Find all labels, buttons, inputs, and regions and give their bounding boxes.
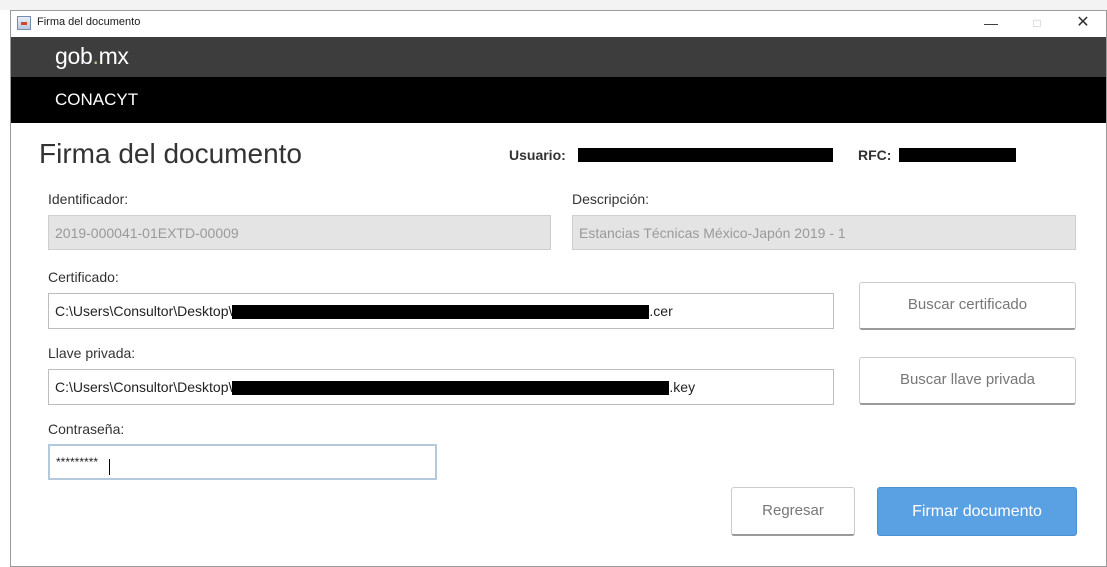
contrasena-input[interactable]: ********* <box>48 444 437 480</box>
certificado-redacted <box>232 305 650 320</box>
usuario-redacted <box>578 148 833 162</box>
minimize-button[interactable]: — <box>968 11 1014 37</box>
llave-path-prefix: C:\Users\Consultor\Desktop\ <box>55 379 233 395</box>
firmar-documento-button[interactable]: Firmar documento <box>877 487 1077 536</box>
contrasena-label: Contraseña: <box>48 421 125 437</box>
identificador-field: 2019-000041-01EXTD-00009 <box>48 215 551 250</box>
gobmx-logo: gob.mx <box>55 43 129 70</box>
brand-bar: gob.mx <box>11 37 1106 77</box>
certificado-path-prefix: C:\Users\Consultor\Desktop\ <box>55 303 233 319</box>
organization-bar: CONACYT <box>11 77 1106 123</box>
page-title: Firma del documento <box>39 138 303 169</box>
descripcion-field: Estancias Técnicas México-Japón 2019 - 1 <box>572 215 1076 250</box>
window-title: Firma del documento <box>37 16 141 28</box>
buscar-certificado-button[interactable]: Buscar certificado <box>859 282 1076 330</box>
descripcion-label: Descripción: <box>572 191 650 207</box>
maximize-button[interactable]: □ <box>1014 11 1060 37</box>
java-app-icon <box>17 16 31 30</box>
organization-name: CONACYT <box>55 90 139 109</box>
certificado-label: Certificado: <box>48 269 119 285</box>
title-bar[interactable]: Firma del documento — □ ✕ <box>11 11 1106 37</box>
certificado-path-suffix: .cer <box>649 303 673 319</box>
contrasena-value: ********* <box>56 455 99 469</box>
identificador-label: Identificador: <box>48 191 129 207</box>
text-cursor <box>109 459 110 475</box>
certificado-input[interactable]: C:\Users\Consultor\Desktop\ .cer <box>48 293 834 329</box>
llave-redacted <box>232 381 670 396</box>
rfc-redacted <box>899 148 1016 162</box>
close-button[interactable]: ✕ <box>1060 11 1106 37</box>
usuario-label: Usuario: <box>509 147 566 163</box>
llave-privada-label: Llave privada: <box>48 345 136 361</box>
llave-privada-input[interactable]: C:\Users\Consultor\Desktop\ .key <box>48 369 834 405</box>
rfc-label: RFC: <box>858 147 892 163</box>
brand-main: gob <box>55 43 93 69</box>
dialog-window: Firma del documento — □ ✕ gob.mx CONACYT… <box>10 10 1107 567</box>
buscar-llave-privada-button[interactable]: Buscar llave privada <box>859 357 1076 405</box>
llave-path-suffix: .key <box>669 379 696 395</box>
regresar-button[interactable]: Regresar <box>731 487 855 536</box>
brand-suffix: mx <box>98 43 129 69</box>
